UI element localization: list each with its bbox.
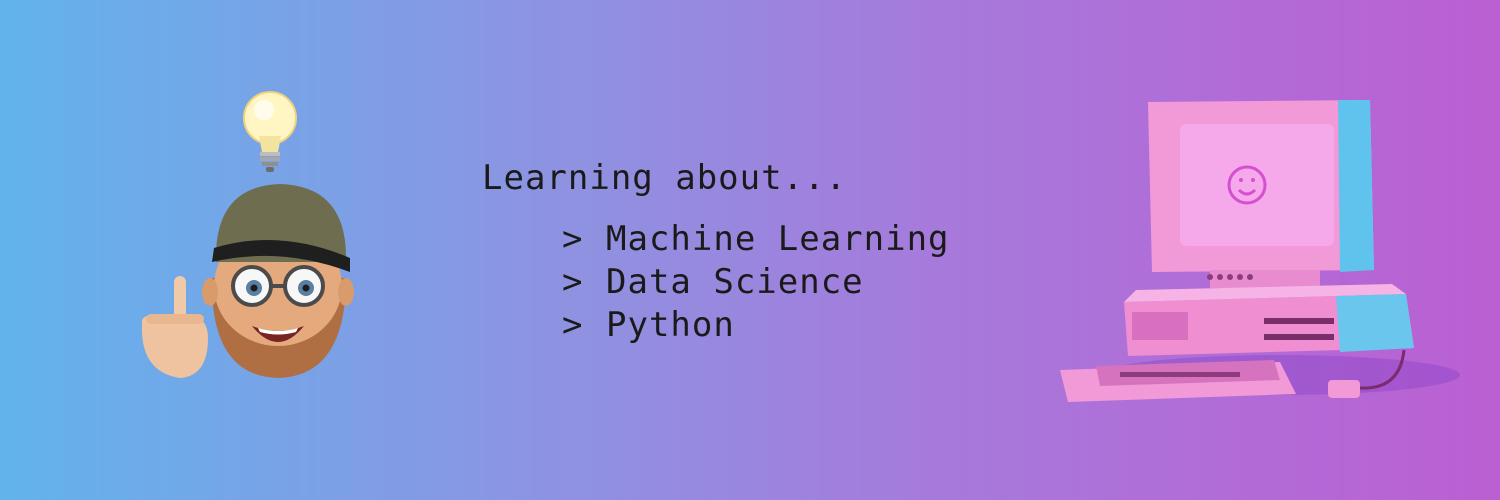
caret-icon: > — [562, 219, 584, 259]
topic-label: Data Science — [606, 262, 864, 302]
topic-list: > Machine Learning > Data Science > Python — [562, 218, 950, 347]
profile-banner: Learning about... > Machine Learning > Dat… — [0, 0, 1500, 500]
desktop-case-icon — [1124, 284, 1414, 356]
lightbulb-icon — [243, 91, 297, 172]
caret-icon: > — [562, 305, 584, 345]
cap-icon — [212, 184, 350, 272]
topic-item: > Data Science — [562, 261, 950, 304]
monitor-icon — [1148, 100, 1374, 288]
topic-label: Machine Learning — [606, 219, 950, 259]
topic-item: > Python — [562, 304, 950, 347]
memoji-icon — [141, 91, 354, 378]
topic-item: > Machine Learning — [562, 218, 950, 261]
caret-icon: > — [562, 262, 584, 302]
raised-hand-icon — [141, 276, 208, 378]
topic-label: Python — [606, 305, 735, 345]
headline: Learning about... — [482, 158, 847, 198]
retro-computer-icon — [1060, 100, 1460, 402]
keyboard-icon — [1060, 360, 1296, 402]
